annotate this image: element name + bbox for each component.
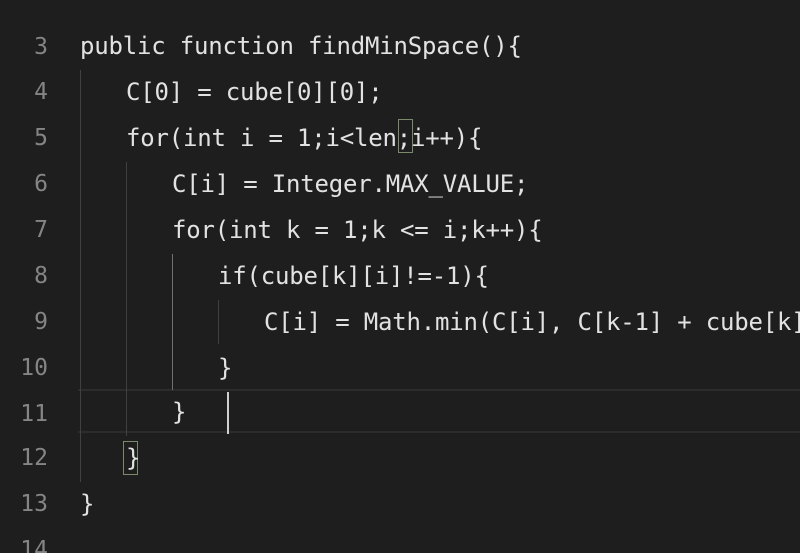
code-line[interactable]: 9 if(cube[k][i]!=-1){ — [0, 253, 800, 335]
code-line[interactable]: 4 public function findMinSpace(){ — [0, 23, 800, 105]
code-editor[interactable]: 3 4 public function findMinSpace(){ 5 C[… — [0, 0, 800, 553]
code-text: for(int i = 1;i<len;i++){ — [126, 124, 483, 152]
code-text: } — [126, 444, 141, 472]
code-line[interactable]: 13 } — [0, 435, 800, 517]
code-line[interactable]: 8 for(int k = 1;k <= i;k++){ — [0, 207, 800, 289]
code-line[interactable]: 6 for(int i = 1;i<len;i++){ — [0, 115, 800, 197]
code-line[interactable]: 12 } — [0, 389, 800, 471]
code-text: C[0] = cube[0][0]; — [126, 78, 383, 106]
code-line[interactable]: 5 C[0] = cube[0][0]; — [0, 69, 800, 151]
code-text: } — [172, 398, 187, 426]
code-line[interactable]: 3 — [0, 0, 800, 60]
code-text: } — [218, 354, 233, 382]
code-text: public function findMinSpace(){ — [80, 32, 522, 60]
code-text: } — [80, 490, 95, 518]
code-line[interactable]: 14 } — [0, 481, 800, 553]
line-number: 14 — [20, 537, 48, 553]
code-line[interactable]: 11 } — [0, 345, 800, 427]
code-text: if(cube[k][i]!=-1){ — [218, 262, 489, 290]
code-line[interactable]: 7 C[i] = Integer.MAX_VALUE; — [0, 161, 800, 243]
text-cursor — [227, 392, 229, 434]
code-text: C[i] = Math.min(C[i], C[k-1] + cube[k][i… — [264, 308, 800, 336]
code-line[interactable]: 10 C[i] = Math.min(C[i], C[k-1] + cube[k… — [0, 299, 800, 381]
code-text: C[i] = Integer.MAX_VALUE; — [172, 170, 529, 198]
code-text: for(int k = 1;k <= i;k++){ — [172, 216, 543, 244]
